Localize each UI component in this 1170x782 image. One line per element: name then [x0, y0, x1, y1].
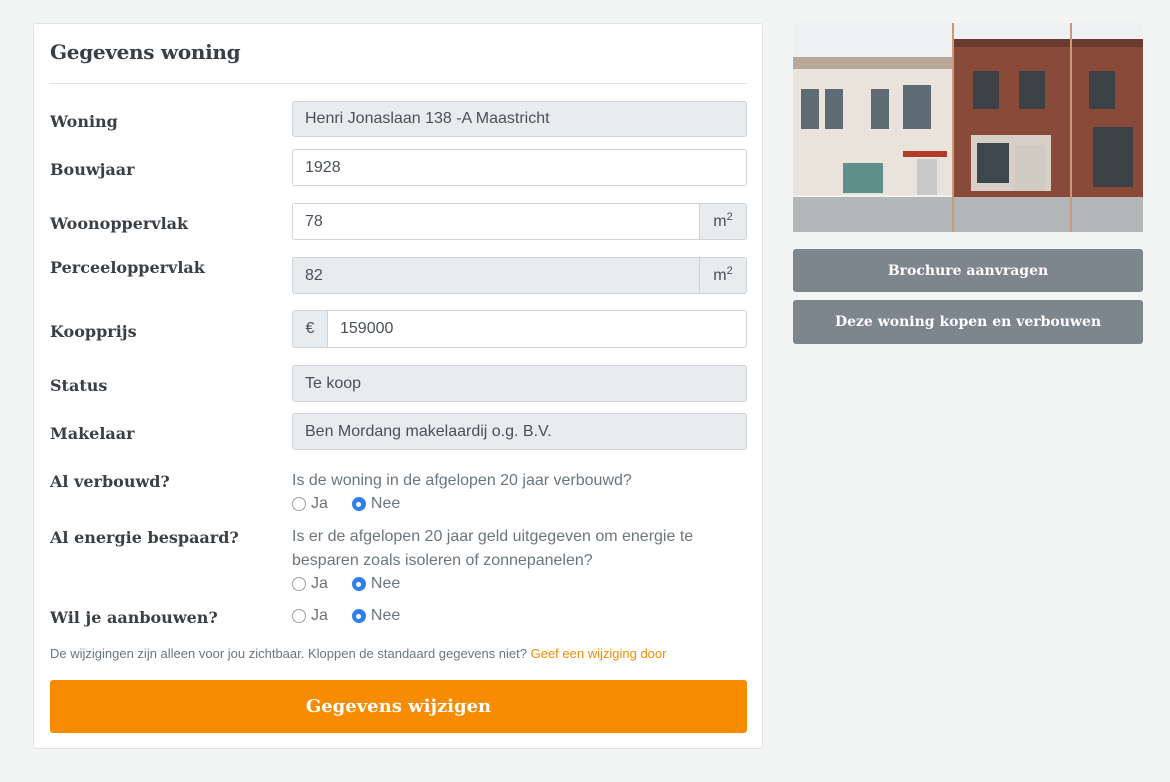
verbouwd-ja-radio[interactable] — [292, 497, 306, 511]
submit-changes-button[interactable]: Gegevens wijzigen — [50, 680, 747, 733]
woning-field: Henri Jonaslaan 138 -A Maastricht — [292, 101, 747, 137]
verbouwd-question: Is de woning in de afgelopen 20 jaar ver… — [292, 472, 632, 489]
energie-ja-radio[interactable] — [292, 577, 306, 591]
aanbouwen-label: Wil je aanbouwen? — [50, 608, 218, 627]
bouwjaar-input[interactable]: 1928 — [292, 149, 747, 186]
aanbouwen-radio-group: Ja Nee — [292, 607, 400, 625]
status-label: Status — [50, 376, 108, 395]
verbouwd-ja-label[interactable]: Ja — [311, 495, 328, 513]
woning-value: Henri Jonaslaan 138 -A Maastricht — [305, 110, 550, 127]
report-change-link[interactable]: Geef een wijziging door — [531, 646, 667, 661]
energie-nee-label[interactable]: Nee — [371, 575, 400, 593]
visibility-note: De wijzigingen zijn alleen voor jou zich… — [50, 646, 666, 661]
koopprijs-input[interactable]: 159000 — [327, 310, 747, 348]
energie-radio-group: Ja Nee — [292, 575, 400, 593]
aanbouwen-nee-label[interactable]: Nee — [371, 607, 400, 625]
perceeloppervlak-value: 82 — [305, 266, 323, 284]
woonoppervlak-label: Woonoppervlak — [50, 214, 189, 233]
perceeloppervlak-label: Perceeloppervlak — [50, 258, 205, 277]
verbouwd-nee-label[interactable]: Nee — [371, 495, 400, 513]
verbouwd-label: Al verbouwd? — [50, 472, 170, 491]
house-image — [793, 23, 1143, 232]
energie-question: Is er de afgelopen 20 jaar geld uitgegev… — [292, 528, 694, 569]
aanbouwen-ja-label[interactable]: Ja — [311, 607, 328, 625]
currency-addon: € — [292, 310, 328, 348]
verbouwd-radio-group: Ja Nee — [292, 495, 400, 513]
card-title: Gegevens woning — [50, 40, 241, 64]
woonoppervlak-input[interactable]: 78 — [292, 203, 700, 240]
bouwjaar-value: 1928 — [305, 158, 341, 176]
buy-and-renovate-button[interactable]: Deze woning kopen en verbouwen — [793, 300, 1143, 344]
status-value: Te koop — [305, 374, 362, 392]
energie-label: Al energie bespaard? — [50, 528, 239, 547]
divider — [49, 83, 747, 84]
makelaar-value: Ben Mordang makelaardij o.g. B.V. — [305, 422, 552, 440]
energie-ja-label[interactable]: Ja — [311, 575, 328, 593]
perceeloppervlak-unit: m2 — [700, 257, 747, 294]
verbouwd-nee-radio[interactable] — [351, 497, 366, 511]
perceeloppervlak-field: 82 — [292, 257, 700, 294]
note-text: De wijzigingen zijn alleen voor jou zich… — [50, 646, 527, 661]
woonoppervlak-unit: m2 — [700, 203, 747, 240]
aanbouwen-ja-radio[interactable] — [292, 609, 306, 623]
koopprijs-label: Koopprijs — [50, 322, 137, 341]
aanbouwen-nee-radio[interactable] — [351, 609, 366, 623]
property-details-card: Gegevens woning Woning Henri Jonaslaan 1… — [33, 23, 763, 749]
property-photo — [793, 23, 1143, 232]
woning-label: Woning — [50, 112, 118, 131]
koopprijs-value: 159000 — [340, 320, 394, 337]
euro-icon: € — [305, 320, 315, 337]
makelaar-label: Makelaar — [50, 424, 135, 443]
request-brochure-button[interactable]: Brochure aanvragen — [793, 249, 1143, 292]
bouwjaar-label: Bouwjaar — [50, 160, 135, 179]
status-field: Te koop — [292, 365, 747, 402]
energie-nee-radio[interactable] — [351, 577, 366, 591]
woonoppervlak-value: 78 — [305, 212, 323, 230]
makelaar-field: Ben Mordang makelaardij o.g. B.V. — [292, 413, 747, 450]
